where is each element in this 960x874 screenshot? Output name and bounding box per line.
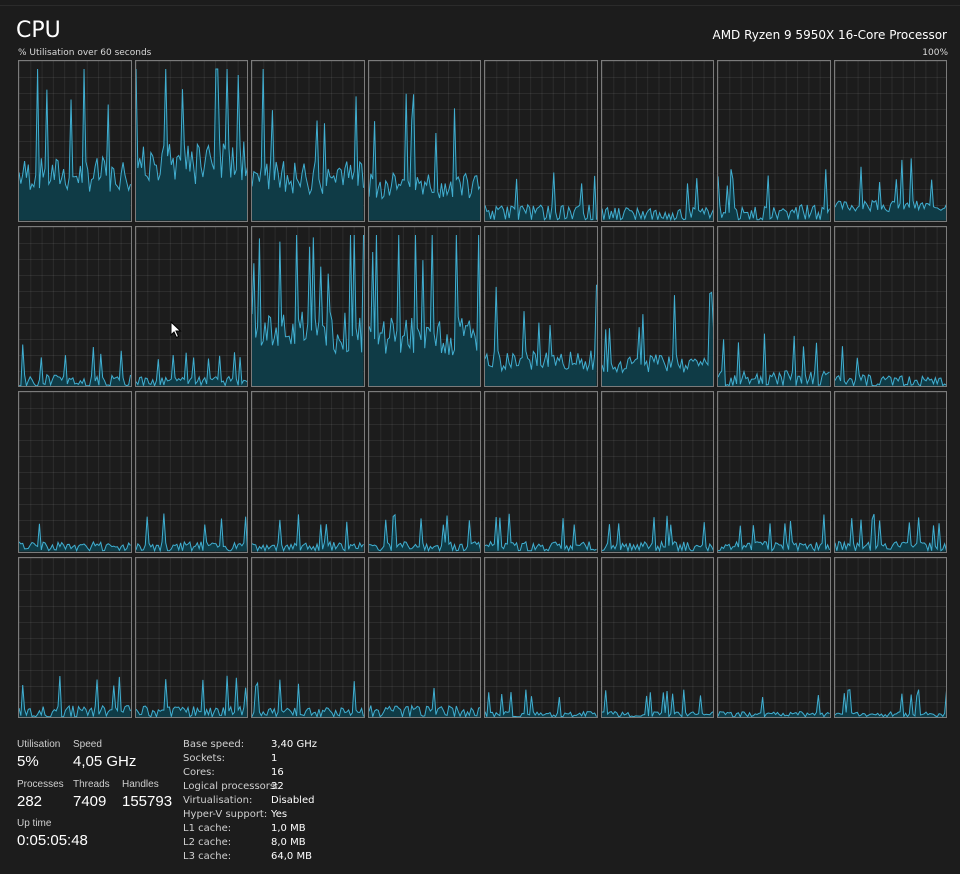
spec-value: Disabled (271, 795, 315, 806)
cpu-graph (367, 225, 481, 387)
cpu-graph (134, 556, 248, 718)
cpu-graph (251, 556, 365, 718)
spec-value: 32 (271, 781, 284, 792)
cpu-graph (251, 225, 365, 387)
cpu-graph-line (602, 292, 714, 372)
spec-label: L3 cache: (183, 851, 232, 862)
cpu-graph-area (718, 333, 830, 386)
cpu-graph (484, 225, 598, 387)
cpu-graph-area (718, 169, 830, 221)
spec-value: 1 (271, 753, 278, 764)
cpu-graph (367, 60, 481, 222)
cpu-graph (833, 60, 947, 222)
cpu-graph-area (485, 172, 597, 221)
cpu-graph-area (135, 68, 247, 221)
spec-value: 1,0 MB (271, 823, 306, 834)
utilisation-value: 5% (17, 753, 39, 770)
cpu-graph-line (835, 158, 947, 211)
cpu-graph-area (19, 523, 131, 552)
handles-value: 155793 (122, 793, 173, 810)
spec-value: 16 (271, 767, 284, 778)
cpu-graph-area (252, 514, 364, 552)
cpu-graph (134, 391, 248, 553)
cpu-graph-area (368, 93, 480, 221)
cpu-graph (833, 225, 947, 387)
spec-value: 64,0 MB (271, 851, 312, 862)
cpu-graph (833, 556, 947, 718)
spec-label: Virtualisation: (183, 795, 253, 806)
cpu-graph (484, 60, 598, 222)
cpu-graph (18, 391, 132, 553)
threads-value: 7409 (73, 793, 107, 810)
cpu-graph (717, 225, 831, 387)
cpu-graph (18, 556, 132, 718)
graph-caption: % Utilisation over 60 seconds (18, 48, 152, 58)
cpu-graph-area (19, 675, 131, 717)
spec-label: L2 cache: (183, 837, 232, 848)
cpu-graph-area (834, 158, 946, 221)
graph-max-label: 100% (922, 48, 948, 58)
cpu-graph-line (136, 514, 248, 551)
cpu-graph (600, 391, 714, 553)
spec-label: Logical processors: (183, 781, 279, 792)
spec-value: 8,0 MB (271, 837, 306, 848)
cpu-graph (600, 556, 714, 718)
cpu-graph (717, 60, 831, 222)
cpu-graph (484, 556, 598, 718)
cpu-graph-area (19, 68, 131, 221)
cpu-graph (367, 391, 481, 553)
spec-label: L1 cache: (183, 823, 232, 834)
utilisation-label: Utilisation (17, 739, 61, 750)
spec-value: Yes (271, 809, 288, 820)
spec-label: Base speed: (183, 739, 245, 750)
cpu-graph-area (718, 694, 830, 717)
cpu-graph-area (601, 291, 713, 386)
cpu-graph-area (252, 68, 364, 221)
speed-label: Speed (73, 739, 102, 750)
threads-label: Threads (73, 779, 110, 790)
cpu-graph (833, 391, 947, 553)
cpu-graph (134, 225, 248, 387)
logical-processor-graphs (18, 60, 949, 720)
handles-label: Handles (122, 779, 159, 790)
processor-name: AMD Ryzen 9 5950X 16-Core Processor (712, 28, 947, 42)
cpu-graph-area (601, 689, 713, 717)
uptime-label: Up time (17, 818, 52, 829)
cpu-graph (134, 60, 248, 222)
processes-value: 282 (17, 793, 43, 810)
top-divider (0, 5, 960, 6)
spec-value: 3,40 GHz (271, 739, 317, 750)
cpu-graph (18, 225, 132, 387)
cpu-graph-line (485, 284, 597, 370)
cpu-graph (717, 556, 831, 718)
cpu-graph-line (602, 689, 714, 716)
spec-label: Hyper-V support: (183, 809, 268, 820)
spec-label: Cores: (183, 767, 215, 778)
cpu-graph-area (368, 234, 480, 386)
cpu-graph-area (368, 687, 480, 717)
cpu-graph (600, 225, 714, 387)
uptime-value: 0:05:05:48 (17, 832, 88, 849)
cpu-graph (717, 391, 831, 553)
processes-label: Processes (17, 779, 64, 790)
cpu-graph (484, 391, 598, 553)
cpu-graph (18, 60, 132, 222)
cpu-graph-area (19, 344, 131, 386)
cpu-graph (600, 60, 714, 222)
mouse-pointer-icon (170, 321, 182, 339)
cpu-graph-line (835, 689, 947, 716)
speed-value: 4,05 GHz (73, 753, 137, 770)
cpu-graph (251, 391, 365, 553)
cpu-graph (367, 556, 481, 718)
page-title: CPU (16, 18, 61, 43)
cpu-graph (251, 60, 365, 222)
cpu-graph-line (718, 515, 830, 551)
spec-label: Sockets: (183, 753, 226, 764)
cpu-graph-line (485, 514, 597, 551)
